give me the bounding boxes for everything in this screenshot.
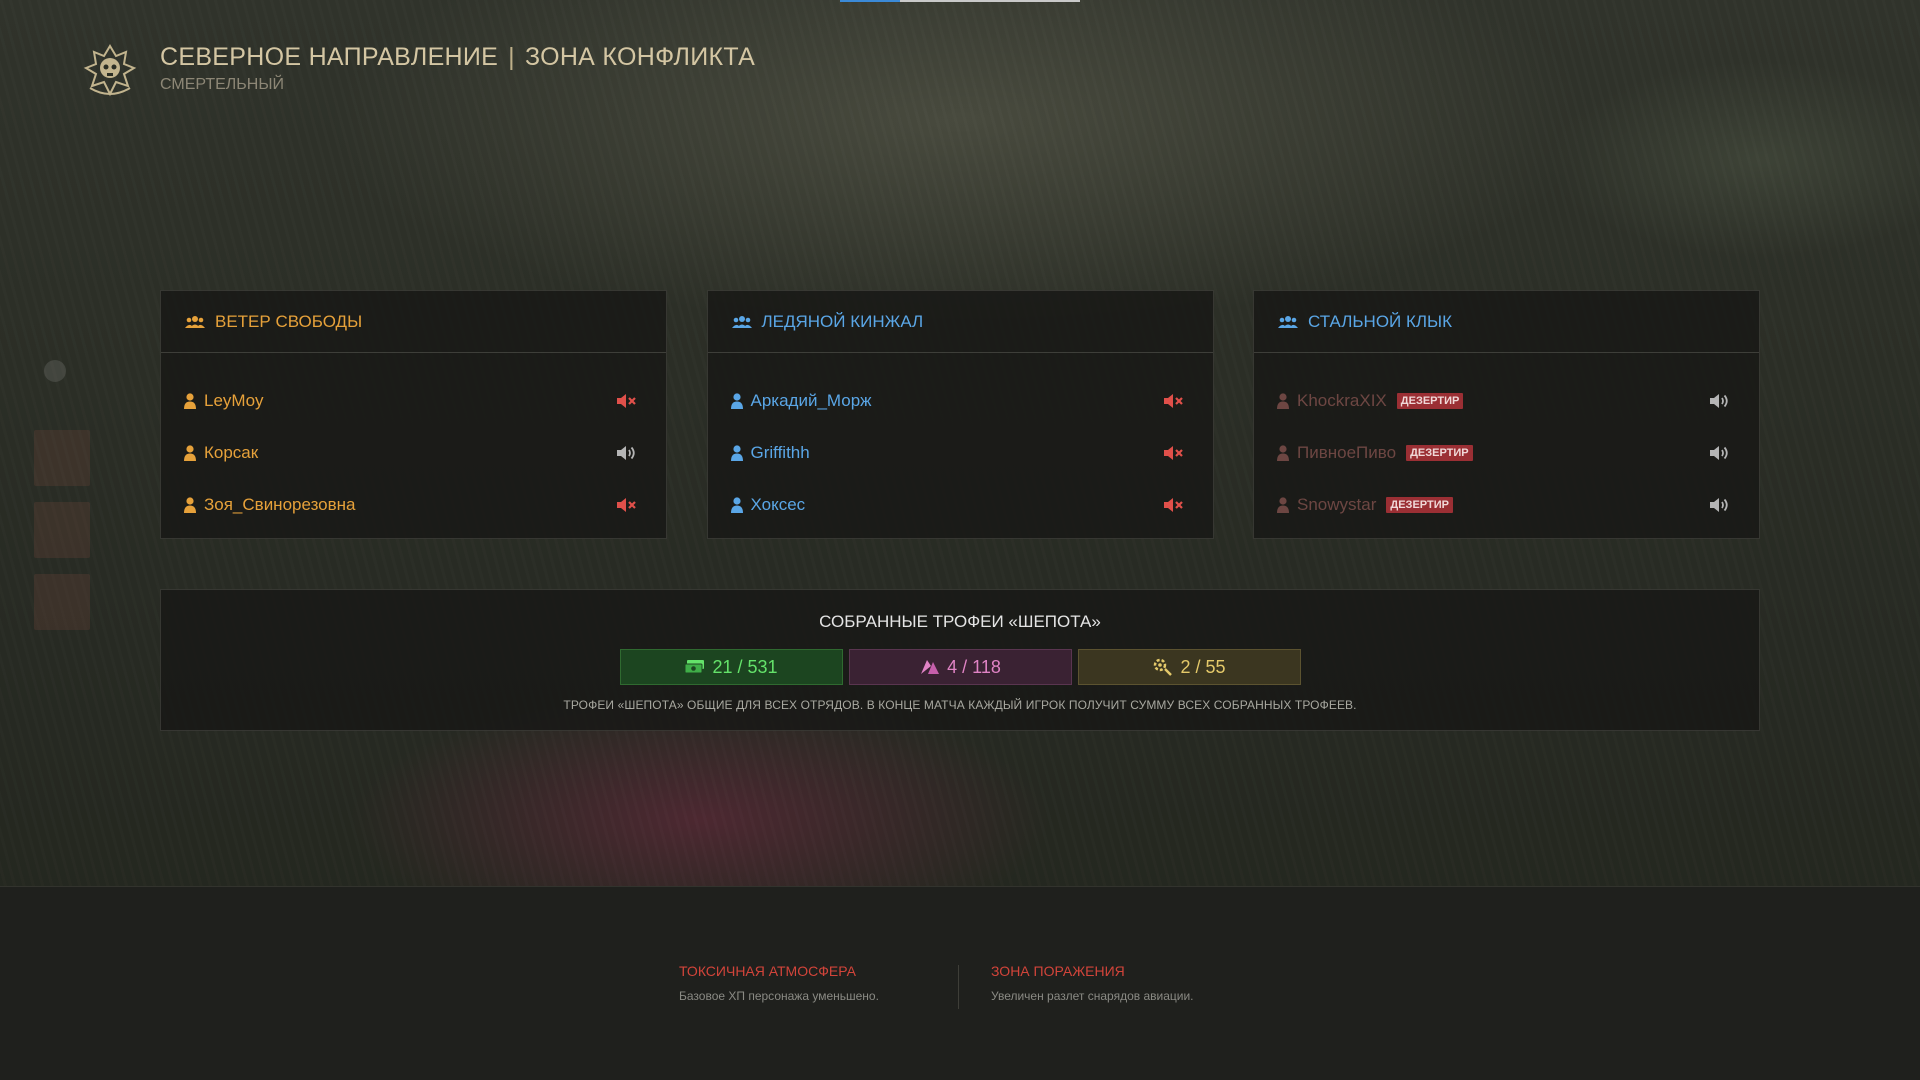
trophies-note: ТРОФЕИ «ШЕПОТА» ОБЩИЕ ДЛЯ ВСЕХ ОТРЯДОВ. … (563, 698, 1357, 712)
teams-row: ВЕТЕР СВОБОДЫ LeyMoy Корсак Зоя_Свинорезов… (160, 290, 1760, 539)
cash-counter: 21 / 531 (619, 649, 843, 685)
left-side-hud (34, 360, 90, 646)
difficulty-label: СМЕРТЕЛЬНЫЙ (160, 76, 284, 93)
player-icon (1277, 445, 1289, 461)
team-header: ВЕТЕР СВОБОДЫ (161, 291, 666, 353)
crystal-icon (921, 660, 940, 674)
cash-counter-value: 21 / 531 (712, 656, 778, 677)
team-card: ЛЕДЯНОЙ КИНЖАЛ Аркадий_Морж Griffithh Хокс… (706, 290, 1214, 539)
player-name: Корсак (204, 443, 259, 462)
player-name: KhockraXIX (1297, 391, 1387, 410)
title-separator: | (508, 43, 515, 71)
modifier-toxic-atmosphere: ТОКСИЧНАЯ АТМОСФЕРА Базовое ХП персонажа… (679, 963, 879, 1003)
speaker-icon[interactable] (1709, 444, 1731, 462)
player-name: Аркадий_Морж (750, 391, 872, 410)
match-modifiers-bar: ТОКСИЧНАЯ АТМОСФЕРА Базовое ХП персонажа… (0, 886, 1920, 1080)
team-header: СТАЛЬНОЙ КЛЫК (1254, 291, 1759, 353)
speaker-icon[interactable] (1709, 496, 1731, 514)
player-row[interactable]: Зоя_Свинорезовна (161, 479, 666, 531)
muted-speaker-icon[interactable] (1163, 392, 1185, 410)
player-row[interactable]: KhockraXIX ДЕЗЕРТИР (1254, 375, 1759, 427)
modifier-strike-zone: ЗОНА ПОРАЖЕНИЯ Увеличен разлет снарядов … (991, 963, 1194, 1003)
crystal-counter: 4 / 118 (848, 649, 1072, 685)
hud-dot-icon (44, 360, 66, 382)
player-name: Зоя_Свинорезовна (204, 495, 356, 514)
deserter-badge: ДЕЗЕРТИР (1396, 393, 1464, 409)
team-card: ВЕТЕР СВОБОДЫ LeyMoy Корсак Зоя_Свинорезов… (160, 290, 667, 539)
modifier-description: Базовое ХП персонажа уменьшено. (679, 989, 879, 1003)
loading-progress-bar (840, 0, 1080, 2)
team-card: СТАЛЬНОЙ КЛЫК KhockraXIX ДЕЗЕРТИР ПивноеПи… (1253, 290, 1760, 539)
team-header: ЛЕДЯНОЙ КИНЖАЛ (707, 291, 1213, 353)
player-row[interactable]: Griffithh (708, 427, 1213, 479)
player-name: LeyMoy (204, 391, 264, 410)
player-list: LeyMoy Корсак Зоя_Свинорезовна (161, 353, 666, 531)
speaker-icon[interactable] (616, 444, 638, 462)
team-name: ВЕТЕР СВОБОДЫ (215, 311, 363, 331)
player-list: Аркадий_Морж Griffithh Хоксес (708, 353, 1213, 531)
deserter-badge: ДЕЗЕРТИР (1406, 445, 1473, 461)
player-name: Хоксес (750, 495, 806, 514)
deserter-badge: ДЕЗЕРТИР (1386, 497, 1453, 513)
parts-counter-value: 2 / 55 (1180, 656, 1226, 677)
modifier-divider (958, 965, 959, 1009)
team-name: СТАЛЬНОЙ КЛЫК (1308, 311, 1453, 331)
muted-speaker-icon[interactable] (1163, 444, 1185, 462)
muted-speaker-icon[interactable] (1163, 496, 1185, 514)
mode-name: ЗОНА КОНФЛИКТА (524, 43, 756, 71)
speaker-icon[interactable] (1709, 392, 1731, 410)
player-row[interactable]: ПивноеПиво ДЕЗЕРТИР (1254, 427, 1759, 479)
modifier-name: ЗОНА ПОРАЖЕНИЯ (991, 963, 1125, 979)
skull-emblem-icon (83, 44, 137, 97)
hud-slot-icon (34, 430, 90, 486)
cash-icon (684, 660, 705, 674)
player-icon (184, 393, 196, 409)
player-row[interactable]: Корсак (161, 427, 666, 479)
squad-icon (731, 315, 752, 328)
player-row[interactable]: LeyMoy (161, 375, 666, 427)
trophies-title: СОБРАННЫЕ ТРОФЕИ «ШЕПОТА» (819, 612, 1101, 631)
squad-icon (1278, 315, 1298, 328)
player-row[interactable]: Аркадий_Морж (708, 375, 1213, 427)
trophy-counters: 21 / 531 4 / 118 2 / 55 (161, 649, 1759, 685)
player-row[interactable]: Хоксес (708, 479, 1213, 531)
player-icon (1277, 393, 1289, 409)
player-icon (730, 393, 743, 409)
gear-part-icon (1154, 658, 1173, 676)
loading-progress-fill (840, 0, 900, 2)
modifier-name: ТОКСИЧНАЯ АТМОСФЕРА (679, 963, 856, 979)
player-name: Snowystar (1297, 495, 1377, 514)
player-icon (184, 445, 196, 461)
squad-icon (185, 315, 205, 328)
page-title: СЕВЕРНОЕ НАПРАВЛЕНИЕ | ЗОНА КОНФЛИКТА (160, 42, 755, 72)
player-icon (730, 445, 743, 461)
trophies-panel: СОБРАННЫЕ ТРОФЕИ «ШЕПОТА» 21 / 531 4 / 1… (160, 589, 1760, 731)
parts-counter: 2 / 55 (1077, 649, 1301, 685)
player-list: KhockraXIX ДЕЗЕРТИР ПивноеПиво ДЕЗЕРТИР Snow… (1254, 353, 1759, 531)
player-icon (184, 497, 196, 513)
crystal-counter-value: 4 / 118 (947, 656, 1001, 677)
player-name: ПивноеПиво (1297, 443, 1397, 462)
hud-slot-icon (34, 574, 90, 630)
map-name: СЕВЕРНОЕ НАПРАВЛЕНИЕ (160, 43, 499, 71)
hud-slot-icon (34, 502, 90, 558)
player-icon (730, 497, 743, 513)
muted-speaker-icon[interactable] (616, 496, 638, 514)
team-name: ЛЕДЯНОЙ КИНЖАЛ (761, 311, 924, 331)
modifier-description: Увеличен разлет снарядов авиации. (991, 989, 1194, 1003)
muted-speaker-icon[interactable] (616, 392, 638, 410)
player-icon (1277, 497, 1289, 513)
match-header: СЕВЕРНОЕ НАПРАВЛЕНИЕ | ЗОНА КОНФЛИКТА СМЕР… (80, 42, 755, 102)
player-row[interactable]: Snowystar ДЕЗЕРТИР (1254, 479, 1759, 531)
player-name: Griffithh (750, 443, 810, 462)
